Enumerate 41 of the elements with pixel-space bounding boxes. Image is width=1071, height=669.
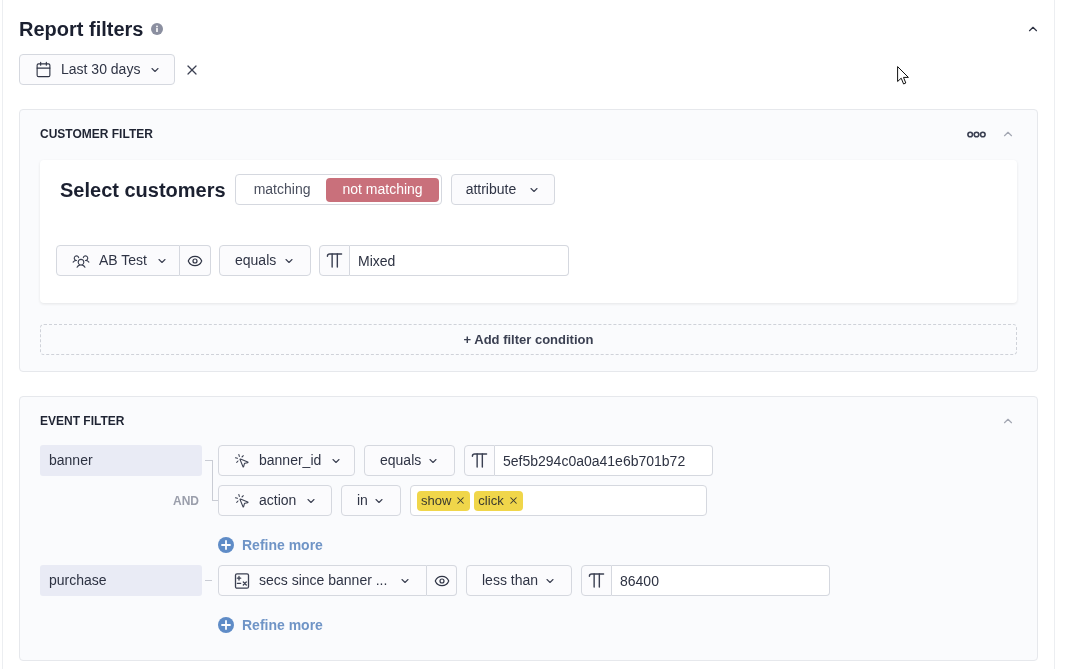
panel-heading: Select customers: [60, 177, 226, 203]
operator-dropdown[interactable]: less than: [466, 565, 572, 596]
value-input[interactable]: 5ef5b294c0a0a41e6b701b72: [495, 445, 713, 476]
section-title: CUSTOMER FILTER: [40, 126, 153, 143]
property-dropdown[interactable]: action: [218, 485, 332, 516]
mouse-pointer-icon: [897, 66, 909, 85]
add-filter-condition-button[interactable]: + Add filter condition: [40, 324, 1017, 355]
date-range-dropdown[interactable]: Last 30 days: [19, 54, 175, 85]
tag-text: click: [478, 494, 504, 507]
calculator-icon: [234, 572, 250, 589]
calendar-icon: [35, 61, 52, 78]
property-dropdown[interactable]: secs since banner ...: [218, 565, 427, 596]
visibility-toggle-button[interactable]: [180, 245, 211, 276]
plus-circle-icon: [218, 617, 234, 633]
event-select[interactable]: banner: [40, 445, 202, 476]
text-type-icon: [319, 245, 350, 276]
page-title: Report filters: [19, 17, 144, 42]
operator-dropdown[interactable]: equals: [219, 245, 311, 276]
info-icon[interactable]: [151, 23, 164, 35]
property-dropdown[interactable]: banner_id: [218, 445, 355, 476]
text-type-icon: [581, 565, 612, 596]
text-type-icon: [464, 445, 495, 476]
joiner-label: AND: [173, 492, 199, 510]
match-mode-option[interactable]: matching: [237, 177, 327, 202]
criterion-dropdown[interactable]: attribute: [450, 174, 555, 205]
operator-dropdown[interactable]: in: [341, 485, 401, 516]
pointer-click-icon: [234, 492, 250, 509]
property-dropdown[interactable]: AB Test: [56, 245, 180, 276]
remove-tag-icon[interactable]: [455, 495, 467, 506]
section-title: EVENT FILTER: [40, 413, 125, 430]
more-options-icon[interactable]: [967, 130, 986, 138]
tags-input-field[interactable]: show click: [410, 485, 707, 516]
pointer-click-icon: [234, 452, 250, 469]
visibility-toggle-button[interactable]: [427, 565, 457, 596]
value-input[interactable]: 86400: [612, 565, 830, 596]
plus-circle-icon: [218, 537, 234, 553]
operator-dropdown[interactable]: equals: [364, 445, 455, 476]
tag-text: show: [421, 494, 452, 507]
value-input[interactable]: Mixed: [350, 245, 569, 276]
event-select[interactable]: purchase: [40, 565, 202, 596]
remove-tag-icon[interactable]: [507, 495, 519, 506]
